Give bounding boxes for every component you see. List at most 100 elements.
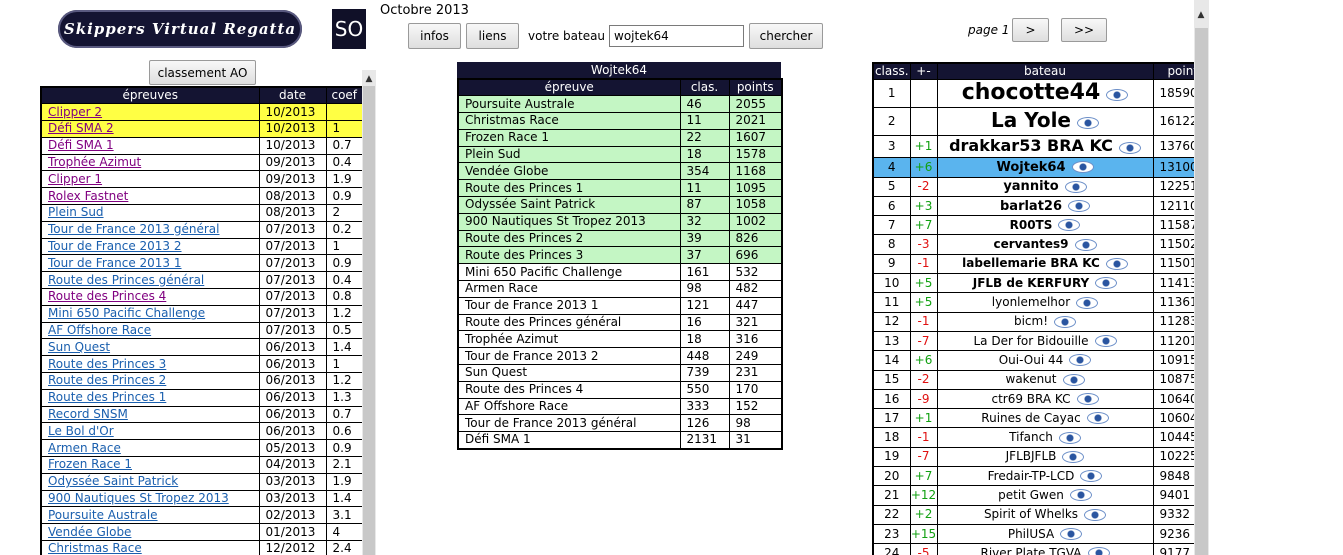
boat-name[interactable]: Wojtek64	[996, 160, 1065, 175]
boat-name[interactable]: Spirit of Whelks	[984, 507, 1078, 521]
eye-icon[interactable]	[1076, 296, 1099, 309]
logo[interactable]: Skippers Virtual Regatta	[58, 10, 302, 48]
race-link[interactable]: Clipper 2	[48, 105, 102, 119]
eye-icon[interactable]	[1069, 489, 1092, 502]
race-link[interactable]: Défi SMA 1	[48, 138, 114, 152]
race-link[interactable]: Frozen Race 1	[48, 458, 132, 472]
boat-name[interactable]: PhilUSA	[1008, 527, 1054, 541]
race-link[interactable]: Poursuite Australe	[48, 508, 158, 522]
eye-icon[interactable]	[1076, 393, 1099, 405]
boat-name[interactable]: JFLBJFLB	[1006, 449, 1057, 463]
boat-name[interactable]: chocotte44	[962, 81, 1101, 105]
race-link[interactable]: AF Offshore Race	[48, 323, 151, 337]
classement-ao-button[interactable]: classement AO	[149, 60, 256, 85]
boat-name[interactable]: La Der for Bidouille	[973, 334, 1088, 348]
eye-icon[interactable]	[1069, 354, 1092, 367]
boat-name[interactable]: wakenut	[1006, 372, 1057, 386]
race-link[interactable]: Route des Princes 4	[48, 290, 166, 304]
boat-name[interactable]: petit Gwen	[998, 488, 1064, 502]
boat-name[interactable]: labellemarie BRA KC	[962, 256, 1100, 270]
eye-icon[interactable]	[1084, 508, 1107, 521]
boat-name[interactable]: bicm!	[1014, 314, 1048, 328]
eye-icon[interactable]	[1077, 117, 1099, 130]
scroll-thumb[interactable]	[1195, 28, 1208, 555]
boat-name[interactable]: R00TS	[1010, 218, 1053, 232]
race-link[interactable]: Défi SMA 2	[48, 122, 114, 136]
eye-icon[interactable]	[1058, 431, 1081, 444]
race-link[interactable]: Armen Race	[48, 441, 121, 455]
boat-name[interactable]: lyonlemelhor	[992, 295, 1070, 309]
result-points: 1058	[728, 196, 783, 214]
race-coef: 1.2	[325, 304, 362, 323]
race-link[interactable]: Record SNSM	[48, 407, 128, 421]
boat-name[interactable]: JFLB de KERFURY	[973, 276, 1090, 290]
boat-name[interactable]: La Yole	[991, 109, 1071, 132]
boat-name[interactable]: drakkar53 BRA KC	[949, 137, 1113, 156]
race-link[interactable]: Route des Princes 2	[48, 374, 166, 388]
ranking-points: 11413	[1152, 273, 1194, 294]
eye-icon[interactable]	[1118, 141, 1141, 154]
eye-icon[interactable]	[1060, 528, 1083, 541]
race-link[interactable]: Vendée Globe	[48, 525, 131, 539]
race-link[interactable]: Sun Quest	[48, 340, 110, 354]
scroll-up-icon[interactable]: ▲	[1194, 8, 1208, 22]
race-link[interactable]: Tour de France 2013 2	[48, 239, 182, 253]
race-link[interactable]: 900 Nautiques St Tropez 2013	[48, 491, 229, 505]
ranking-boat: Ruines de Cayac	[936, 408, 1154, 429]
eye-icon[interactable]	[1071, 161, 1094, 174]
race-link[interactable]: Mini 650 Pacific Challenge	[48, 306, 205, 320]
eye-icon[interactable]	[1086, 412, 1109, 425]
race-link[interactable]: Christmas Race	[48, 542, 142, 555]
boat-name[interactable]: Fredair-TP-LCD	[988, 469, 1075, 483]
result-points: 826	[728, 229, 783, 248]
race-date: 06/2013	[258, 355, 327, 374]
race-link[interactable]: Route des Princes 1	[48, 390, 166, 404]
boat-name[interactable]: River Plate TGVA	[980, 546, 1081, 555]
eye-icon[interactable]	[1087, 547, 1110, 555]
race-link[interactable]: Odyssée Saint Patrick	[48, 474, 178, 488]
races-scrollbar[interactable]: ▲	[362, 70, 376, 555]
race-link[interactable]: Route des Princes général	[48, 273, 204, 287]
eye-icon[interactable]	[1080, 470, 1103, 483]
eye-icon[interactable]	[1074, 238, 1097, 251]
race-cell: Sun Quest	[40, 338, 260, 357]
eye-icon[interactable]	[1062, 450, 1085, 463]
eye-icon[interactable]	[1094, 335, 1117, 348]
boat-name[interactable]: Oui-Oui 44	[999, 353, 1064, 367]
race-cell: Défi SMA 2	[40, 120, 260, 138]
ranking-row: 20 +7 Fredair-TP-LCD 9848	[872, 466, 1194, 487]
race-link[interactable]: Le Bol d'Or	[48, 424, 114, 438]
race-link[interactable]: Tour de France 2013 1	[48, 256, 182, 270]
boat-name[interactable]: Ruines de Cayac	[981, 411, 1080, 425]
race-date: 03/2013	[258, 489, 327, 508]
eye-icon[interactable]	[1095, 277, 1118, 290]
boat-name[interactable]: Tifanch	[1009, 430, 1053, 444]
race-link[interactable]: Clipper 1	[48, 172, 102, 186]
scroll-up-icon[interactable]: ▲	[362, 72, 376, 86]
eye-icon[interactable]	[1106, 89, 1129, 102]
boat-name[interactable]: barlat26	[1000, 199, 1062, 214]
liens-button[interactable]: liens	[466, 23, 519, 49]
boat-name[interactable]: yannito	[1003, 179, 1058, 194]
last-page-button[interactable]: >>	[1061, 18, 1107, 42]
eye-icon[interactable]	[1105, 257, 1128, 270]
search-button[interactable]: chercher	[749, 23, 823, 49]
boat-name[interactable]: cervantes9	[994, 237, 1069, 251]
eye-icon[interactable]	[1058, 219, 1081, 232]
race-link[interactable]: Tour de France 2013 général	[48, 222, 219, 236]
eye-icon[interactable]	[1054, 315, 1077, 328]
boat-name[interactable]: ctr69 BRA KC	[991, 392, 1070, 406]
boat-search-input[interactable]	[609, 25, 744, 47]
race-date: 04/2013	[258, 456, 327, 474]
page-scrollbar[interactable]: ▲	[1194, 0, 1209, 555]
eye-icon[interactable]	[1068, 200, 1091, 213]
race-link[interactable]: Rolex Fastnet	[48, 189, 128, 203]
race-link[interactable]: Plein Sud	[48, 206, 104, 220]
eye-icon[interactable]	[1062, 373, 1085, 386]
next-page-button[interactable]: >	[1012, 18, 1049, 42]
race-link[interactable]: Route des Princes 3	[48, 357, 166, 371]
scroll-thumb[interactable]	[363, 86, 375, 555]
race-link[interactable]: Trophée Azimut	[48, 155, 141, 169]
eye-icon[interactable]	[1064, 180, 1087, 193]
infos-button[interactable]: infos	[408, 23, 461, 49]
